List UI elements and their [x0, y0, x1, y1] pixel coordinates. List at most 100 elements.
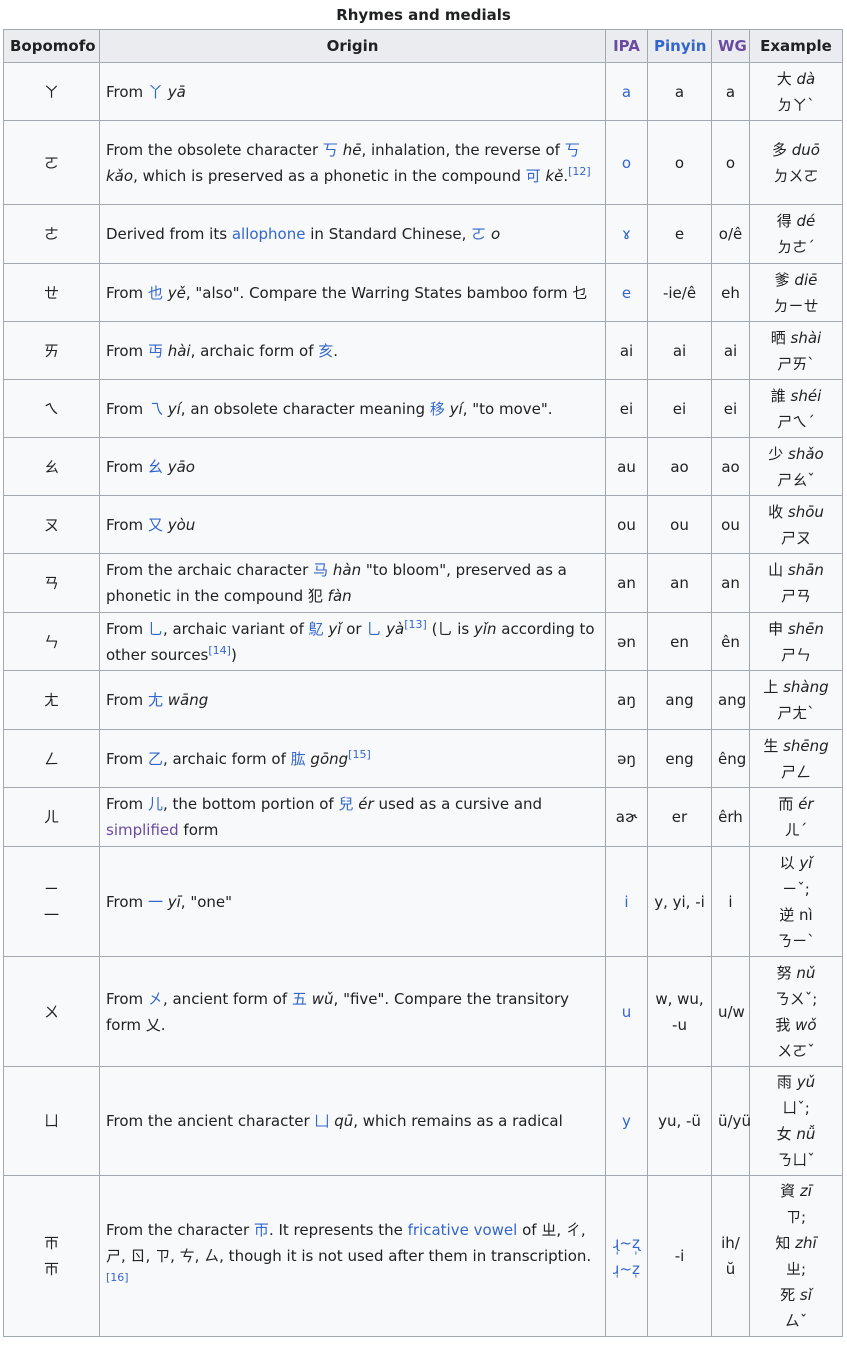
- example-line: 收 shōu: [756, 499, 836, 525]
- example-line: 死 sǐ: [756, 1282, 836, 1308]
- example-text: 上: [763, 678, 784, 696]
- ipa-cell[interactable]: u: [605, 956, 648, 1067]
- example-text: yǐ: [799, 853, 813, 872]
- example-text: ㄨㄛˇ: [777, 1041, 815, 1060]
- origin-text: From: [106, 691, 148, 709]
- example-cell: 少 shǎo ㄕㄠˇ: [749, 437, 843, 496]
- origin-link[interactable]: 一: [148, 893, 163, 911]
- example-text: 資: [780, 1182, 800, 1200]
- table-row: ㄟ From 乁 yí, an obsolete character meanin…: [3, 379, 843, 438]
- origin-text: 乜: [572, 283, 588, 302]
- origin-link[interactable]: 可: [526, 167, 541, 185]
- example-text: ㄉㄧㄝ: [773, 296, 819, 315]
- example-text: shàng: [783, 678, 829, 696]
- origin-link[interactable]: 尢: [148, 691, 163, 709]
- wg-cell: eh: [711, 263, 750, 322]
- origin-link[interactable]: 移: [430, 400, 445, 418]
- ipa-cell[interactable]: ɤ: [605, 204, 648, 264]
- origin-text: form: [178, 821, 219, 839]
- table-row: ㄥ From 乙, archaic form of 肱 gōng[15] əŋ eng…: [3, 729, 843, 788]
- origin-link[interactable]: 也: [148, 284, 163, 302]
- pinyin-cell: yu, -ü: [647, 1066, 712, 1176]
- origin-link[interactable]: 马: [313, 561, 328, 579]
- wg-cell: an: [711, 553, 750, 613]
- origin-text: yě: [167, 283, 186, 302]
- example-line: ㄧˇ;: [756, 876, 836, 902]
- origin-text: (乚 is: [426, 619, 474, 638]
- example-line: 大 dà: [756, 66, 836, 92]
- origin-link[interactable]: 亥: [318, 342, 333, 360]
- ipa-cell[interactable]: a: [605, 62, 648, 121]
- origin-link[interactable]: 丫: [148, 83, 163, 101]
- origin-link[interactable]: 兒: [339, 795, 354, 813]
- example-text: 誰: [770, 386, 791, 405]
- example-text: wǒ: [795, 1015, 817, 1034]
- origin-link[interactable]: 丂: [323, 141, 338, 159]
- example-text: shān: [787, 561, 824, 579]
- example-text: nǚ: [796, 1125, 816, 1143]
- origin-link[interactable]: 五: [292, 990, 307, 1008]
- example-text: shài: [790, 328, 822, 347]
- origin-link[interactable]: 㐅: [148, 990, 163, 1008]
- origin-link[interactable]: 丏: [148, 342, 163, 360]
- table-caption: Rhymes and medials: [336, 6, 511, 24]
- example-line: 爹 diē: [756, 267, 836, 293]
- col-header-wg[interactable]: WG: [711, 29, 750, 63]
- citation-link[interactable]: [13]: [404, 618, 427, 631]
- ipa-cell[interactable]: i: [605, 846, 648, 957]
- example-text: ㄕㄤˋ: [777, 704, 815, 722]
- example-text: ㄉㄚˋ: [777, 95, 815, 114]
- origin-text: o: [490, 225, 501, 243]
- origin-link[interactable]: 鳦: [309, 620, 324, 638]
- citation-link[interactable]: [15]: [348, 748, 371, 761]
- origin-link[interactable]: fricative vowel: [408, 1221, 518, 1239]
- col-header-ipa[interactable]: IPA: [605, 29, 648, 63]
- citation-link[interactable]: [12]: [568, 165, 591, 178]
- ipa-cell[interactable]: o: [605, 120, 648, 205]
- origin-link[interactable]: ㄛ: [471, 225, 486, 243]
- ipa-cell[interactable]: y: [605, 1066, 648, 1176]
- origin-link[interactable]: 帀: [254, 1221, 269, 1239]
- example-cell: 雨 yǔ ㄩˇ; 女 nǚ ㄋㄩˇ: [749, 1066, 843, 1176]
- bopomofo-cell: ㄥ: [3, 729, 100, 788]
- origin-link[interactable]: 乙: [148, 750, 163, 768]
- example-cell: 得 dé ㄉㄜˊ: [749, 204, 843, 264]
- origin-cell: From 丫 yā: [99, 62, 606, 121]
- origin-text: , which is preserved as a phonetic in th…: [133, 166, 526, 185]
- origin-link[interactable]: 儿: [148, 795, 163, 813]
- origin-link[interactable]: 肱: [291, 750, 306, 768]
- example-text: ㄉㄨㄛ: [773, 166, 819, 185]
- origin-link[interactable]: 乚: [366, 620, 381, 638]
- example-line: 而 ér: [756, 791, 836, 817]
- origin-cell: From the obsolete character 丂 hē, inhala…: [99, 120, 606, 205]
- example-line: 逆 nì: [756, 902, 836, 928]
- origin-link[interactable]: 凵: [314, 1112, 329, 1130]
- ipa-cell: ai: [605, 321, 648, 380]
- origin-link[interactable]: simplified: [106, 821, 179, 839]
- origin-link[interactable]: 又: [148, 516, 163, 534]
- origin-link[interactable]: 丂: [565, 141, 580, 159]
- origin-text: From: [106, 82, 148, 101]
- col-header-pinyin[interactable]: Pinyin: [647, 29, 712, 63]
- example-text: 逆: [779, 905, 800, 924]
- origin-text: From the obsolete character: [106, 140, 323, 159]
- ipa-cell[interactable]: e: [605, 263, 648, 322]
- origin-link[interactable]: 幺: [148, 458, 163, 476]
- origin-text: From: [106, 795, 148, 813]
- origin-cell: Derived from its allophone in Standard C…: [99, 204, 606, 264]
- origin-text: From: [106, 749, 148, 768]
- origin-link[interactable]: 乚: [148, 620, 163, 638]
- wg-cell: ai: [711, 321, 750, 380]
- origin-text: , the bottom portion of: [162, 795, 339, 813]
- citation-link[interactable]: [14]: [208, 644, 231, 657]
- origin-link[interactable]: allophone: [232, 225, 306, 243]
- pinyin-cell: eng: [647, 729, 712, 788]
- example-line: ㄙˇ: [756, 1308, 836, 1334]
- ipa-cell: ən: [605, 612, 648, 671]
- citation-link[interactable]: [16]: [106, 1271, 129, 1284]
- ipa-cell[interactable]: ɻ̩~ʐ̩ ɹ̩~z̩: [605, 1175, 648, 1337]
- origin-link[interactable]: 乁: [148, 400, 163, 418]
- table-row: ㄨ From 㐅, ancient form of 五 wǔ, "five". C…: [3, 956, 843, 1067]
- example-line: ㄋㄧˋ: [756, 928, 836, 954]
- table-row: ㄚ From 丫 yā a a a 大 dà ㄉㄚˋ: [3, 62, 843, 121]
